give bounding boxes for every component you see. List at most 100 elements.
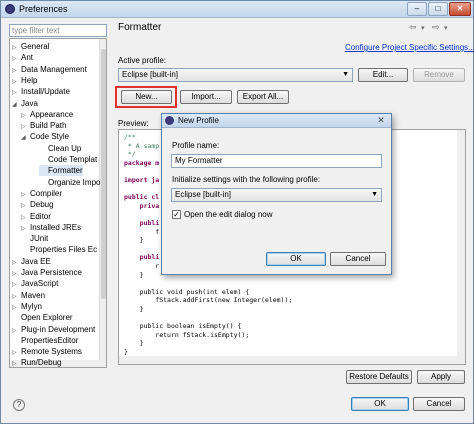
- tree-item[interactable]: ▷ Remote Systems: [12, 346, 82, 357]
- code-line: }: [124, 339, 144, 348]
- tree-item[interactable]: ▷ Debug: [21, 199, 54, 210]
- eclipse-icon: [165, 116, 174, 125]
- active-profile-select[interactable]: Eclipse [built-in] ▼: [118, 68, 353, 82]
- back-arrow-icon[interactable]: ⇦: [409, 22, 417, 33]
- code-line: */: [124, 150, 136, 159]
- tree-scroll-thumb[interactable]: [101, 49, 106, 299]
- tree-item-label: Properties Files Ec: [30, 245, 98, 255]
- tree-item[interactable]: ▷ Install/Update: [12, 86, 70, 97]
- code-line: }: [124, 236, 144, 245]
- tree-item-label: Java: [21, 98, 38, 108]
- active-profile-value: Eclipse [built-in]: [122, 70, 179, 79]
- tree-item-label: Help: [21, 75, 38, 85]
- tree-item[interactable]: ▷ Maven: [12, 290, 45, 301]
- expand-arrow-icon[interactable]: ◢: [21, 133, 30, 144]
- help-icon[interactable]: ?: [13, 399, 25, 411]
- init-profile-value: Eclipse [built-in]: [175, 190, 232, 199]
- preview-label: Preview:: [118, 119, 149, 128]
- tree-item-label: Build Path: [30, 121, 67, 131]
- edit-button[interactable]: Edit...: [358, 68, 408, 82]
- tree-item[interactable]: Code Templat: [39, 154, 97, 165]
- tree-item-label: Mylyn: [21, 301, 42, 311]
- tree-item[interactable]: ▷ Appearance: [21, 109, 73, 120]
- dialog-close-icon[interactable]: ✕: [374, 115, 388, 127]
- remove-button[interactable]: Remove: [413, 68, 465, 82]
- code-line: publi: [124, 219, 160, 227]
- tree-item[interactable]: ▷ Mylyn: [12, 301, 42, 312]
- tree-item[interactable]: JUnit: [21, 233, 48, 244]
- tree-item-label: Ant: [21, 53, 34, 63]
- export-all-button[interactable]: Export All...: [237, 90, 289, 104]
- init-profile-select[interactable]: Eclipse [built-in] ▼: [171, 188, 382, 202]
- ok-button[interactable]: OK: [351, 397, 409, 411]
- preferences-window: Preferences – □ ✕ type filter text ▷ Gene…: [0, 0, 474, 424]
- preview-vertical-scrollbar[interactable]: [457, 130, 465, 364]
- apply-button[interactable]: Apply: [417, 370, 465, 384]
- tree-item[interactable]: PropertiesEditor: [12, 335, 78, 346]
- tree-item[interactable]: ▷ Build Path: [21, 120, 66, 131]
- tree-item[interactable]: ▷ Compiler: [21, 188, 62, 199]
- import-button[interactable]: Import...: [180, 90, 232, 104]
- dialog-title: New Profile: [178, 116, 219, 125]
- tree-item[interactable]: ▷ Installed JREs: [21, 222, 81, 233]
- filter-input[interactable]: type filter text: [9, 24, 107, 37]
- new-profile-dialog: New Profile ✕ Profile name: My Formatter…: [161, 113, 392, 275]
- tree-item[interactable]: ▷ Ant: [12, 52, 33, 63]
- tree-item[interactable]: ▷ General: [12, 41, 49, 52]
- tree-item[interactable]: Formatter: [39, 165, 83, 177]
- tree-item[interactable]: ▷ Help: [12, 75, 37, 86]
- tree-item-label: Code Templat: [48, 155, 98, 164]
- init-profile-label: Initialize settings with the following p…: [172, 175, 321, 184]
- tree-item[interactable]: ▷ Plug-in Development: [12, 324, 95, 335]
- title-bar: Preferences – □ ✕: [1, 1, 473, 18]
- dialog-title-bar: New Profile ✕: [162, 114, 391, 128]
- dialog-cancel-button[interactable]: Cancel: [330, 252, 386, 266]
- chevron-down-icon[interactable]: ▾: [444, 24, 448, 32]
- preferences-tree: ▷ General ▷ Ant ▷ Data Management ▷ Help ▷ Instal…: [9, 38, 107, 368]
- tree-item-label: Install/Update: [21, 87, 70, 97]
- tree-item[interactable]: ▷ Editor: [21, 211, 51, 222]
- dialog-ok-button[interactable]: OK: [266, 252, 326, 266]
- code-line: package m: [124, 158, 160, 167]
- profile-name-label: Profile name:: [172, 141, 220, 150]
- tree-item[interactable]: Open Explorer: [12, 312, 73, 323]
- code-line: /**: [124, 133, 136, 141]
- open-edit-checkbox[interactable]: ✓: [172, 210, 181, 219]
- code-line: }: [124, 348, 128, 356]
- chevron-down-icon[interactable]: ▾: [421, 24, 425, 32]
- eclipse-icon: [5, 4, 15, 14]
- tree-item[interactable]: ▷ Run/Debug: [12, 357, 61, 367]
- tree-item-label: Clean Up: [48, 143, 82, 153]
- tree-item[interactable]: ▷ JavaScript: [12, 278, 58, 289]
- highlight-box: [115, 86, 177, 108]
- code-line: }: [124, 305, 144, 313]
- tree-item-label: JavaScript: [21, 279, 59, 289]
- tree-item[interactable]: ▷ Java Persistence: [12, 267, 82, 278]
- code-line: * A samp: [124, 141, 160, 150]
- tree-item-label: Organize Impo: [48, 177, 101, 187]
- dropdown-arrow-icon: ▼: [371, 191, 378, 198]
- close-button[interactable]: ✕: [449, 2, 471, 16]
- tree-item[interactable]: ▷ Data Management: [12, 64, 87, 75]
- tree-item[interactable]: Properties Files Ec: [21, 244, 97, 255]
- restore-defaults-button[interactable]: Restore Defaults: [346, 370, 412, 384]
- preview-horizontal-scrollbar[interactable]: [119, 356, 465, 364]
- tree-item[interactable]: ◢ Code Style: [21, 131, 69, 142]
- tree-item[interactable]: ◢ Java: [12, 98, 38, 109]
- tree-item-label: Maven: [21, 290, 46, 300]
- minimize-button[interactable]: –: [407, 2, 427, 16]
- tree-item[interactable]: Clean Up: [39, 143, 81, 154]
- maximize-button[interactable]: □: [428, 2, 448, 16]
- configure-project-settings-link[interactable]: Configure Project Specific Settings...: [345, 43, 474, 52]
- tree-item-label: Formatter: [48, 166, 83, 176]
- tree-item[interactable]: ▷ Java EE: [12, 256, 51, 267]
- expand-arrow-icon[interactable]: ▷: [12, 359, 21, 367]
- forward-arrow-icon[interactable]: ⇨: [432, 22, 440, 33]
- expand-arrow-icon[interactable]: ◢: [12, 100, 21, 111]
- cancel-button[interactable]: Cancel: [413, 397, 465, 411]
- dropdown-arrow-icon: ▼: [342, 71, 349, 78]
- profile-name-input[interactable]: My Formatter: [171, 154, 382, 168]
- tree-vertical-scrollbar[interactable]: [99, 39, 106, 367]
- tree-item[interactable]: Organize Impo: [39, 177, 100, 188]
- code-line: import ja: [124, 176, 160, 184]
